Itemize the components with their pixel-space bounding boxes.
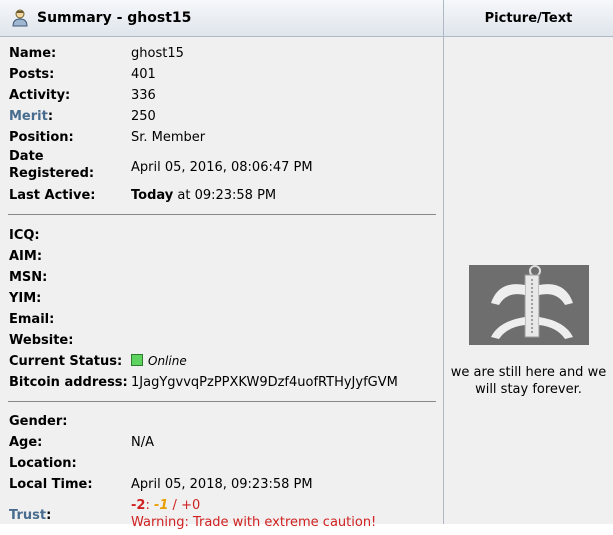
position-value: Sr. Member [131, 130, 206, 145]
name-label: Name: [9, 46, 57, 61]
avatar [469, 265, 589, 345]
activity-value: 336 [131, 88, 156, 103]
online-status-icon [131, 354, 143, 366]
merit-link[interactable]: Merit [9, 109, 48, 124]
position-label: Position: [9, 130, 74, 145]
date-label-line2: Registered: [9, 166, 95, 181]
age-value: N/A [131, 435, 154, 450]
bitcoin-label: Bitcoin address: [9, 375, 128, 390]
last-active-time: at 09:23:58 PM [173, 188, 277, 203]
page-title: Summary - ghost15 [37, 10, 192, 26]
yim-label: YIM: [9, 291, 42, 306]
last-active-value: Today at 09:23:58 PM [131, 185, 276, 206]
bitcoin-value: 1JagYgvvqPzPPXKW9Dzf4uofRTHyJyfGVM [131, 375, 398, 390]
section-divider [8, 214, 436, 215]
trust-mid: -1 [153, 498, 169, 513]
location-label: Location: [9, 456, 77, 471]
last-active-label: Last Active: [9, 188, 96, 203]
merit-value: 250 [131, 109, 156, 124]
name-value: ghost15 [131, 46, 184, 61]
trust-value: -2: -1 / +0 Warning: Trade with extreme … [131, 497, 376, 531]
aim-label: AIM: [9, 249, 43, 264]
trust-negative: -2 [131, 498, 146, 513]
profile-summary: Summary - ghost15 Picture/Text Name: gho… [0, 0, 613, 530]
posts-value: 401 [131, 67, 156, 82]
summary-header: Summary - ghost15 Picture/Text [0, 0, 613, 37]
trust-positive: / +0 [168, 498, 201, 513]
posts-label: Posts: [9, 67, 55, 82]
gender-label: Gender: [9, 414, 68, 429]
local-time-label: Local Time: [9, 477, 93, 492]
merit-colon: : [47, 109, 54, 124]
trust-colon: : [46, 508, 52, 523]
date-label-line1: Date [9, 149, 44, 164]
email-label: Email: [9, 312, 55, 327]
summary-header-left: Summary - ghost15 [0, 0, 443, 36]
profile-details: Name: ghost15 Posts: 401 Activity: 336 M… [0, 37, 444, 530]
icq-label: ICQ: [9, 228, 40, 243]
section-divider-2 [8, 401, 436, 402]
current-status-label: Current Status: [9, 354, 123, 369]
trust-warning: Warning: Trade with extreme caution! [131, 515, 377, 530]
current-status-value: Online [131, 351, 187, 372]
age-label: Age: [9, 435, 43, 450]
activity-label: Activity: [9, 88, 71, 103]
local-time-value: April 05, 2018, 09:23:58 PM [131, 477, 313, 492]
website-label: Website: [9, 333, 74, 348]
picture-pane: we are still here and we will stay forev… [444, 37, 613, 524]
pendant-image [469, 265, 589, 345]
online-text: Online [148, 354, 187, 368]
date-registered-label: Date Registered: [9, 148, 94, 182]
trust-link[interactable]: Trust [9, 508, 46, 523]
trust-label-wrap: Trust: [9, 505, 51, 526]
user-icon [12, 9, 28, 27]
signature-text: we are still here and we will stay forev… [450, 365, 607, 397]
msn-label: MSN: [9, 270, 48, 285]
trust-sep: : [145, 498, 154, 513]
merit-label-wrap: Merit: [9, 106, 53, 127]
last-active-today: Today [131, 188, 174, 203]
date-registered-value: April 05, 2016, 08:06:47 PM [131, 160, 313, 175]
picture-text-header: Picture/Text [484, 10, 573, 26]
